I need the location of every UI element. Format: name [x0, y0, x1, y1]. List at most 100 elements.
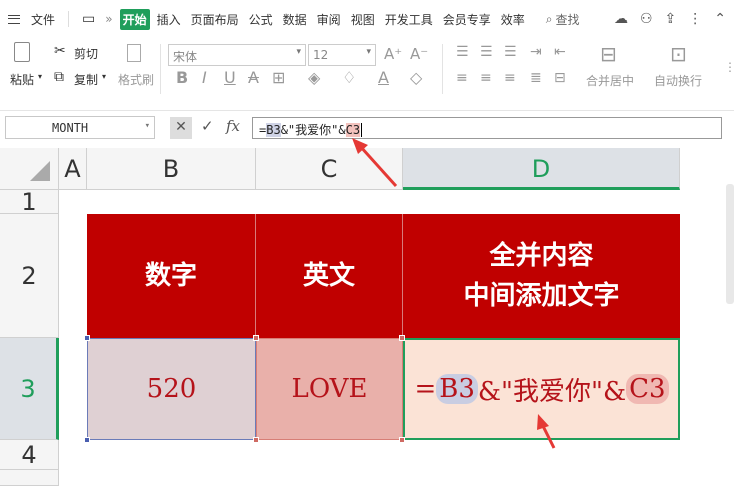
handle-c3-br[interactable] — [399, 437, 405, 443]
italic-icon[interactable]: I — [202, 68, 207, 87]
format-painter-button[interactable]: 格式刷 — [118, 71, 154, 88]
cancel-icon[interactable]: ✕ — [170, 117, 192, 139]
decrease-font-icon[interactable]: A⁻ — [410, 45, 428, 63]
align-bottom-icon[interactable]: ☰ — [504, 44, 517, 60]
file-menu[interactable]: 文件 — [28, 11, 58, 28]
merge-center-icon[interactable]: ⊟ — [600, 42, 617, 66]
chevron-down-icon: ▾ — [366, 47, 371, 57]
tab-formulas[interactable]: 公式 — [246, 11, 276, 28]
font-color-icon[interactable]: A — [378, 68, 389, 87]
formula-input[interactable]: =B3&"我爱你"&C3 — [252, 117, 722, 139]
edit-prefix: = — [414, 374, 437, 404]
orientation-icon[interactable]: ⇤ — [554, 44, 566, 60]
column-header-d[interactable]: D — [403, 148, 680, 190]
paint-bucket-icon[interactable]: ♢ — [342, 68, 356, 87]
handle-c3-bl[interactable] — [253, 437, 259, 443]
save-icon[interactable]: ▭ — [79, 11, 98, 27]
cloud-icon[interactable]: ☁ — [614, 11, 628, 27]
more-icon[interactable]: » — [102, 12, 115, 26]
chevron-down-icon: ▾ — [296, 47, 301, 57]
header-d-line1: 全并内容 — [489, 241, 594, 271]
indent-icon[interactable]: ⇥ — [530, 44, 542, 60]
distribute-icon[interactable]: ⊟ — [554, 70, 566, 86]
handle-c3-tr[interactable] — [399, 335, 405, 341]
tab-data[interactable]: 数据 — [280, 11, 310, 28]
formula-mid: &"我爱你"& — [280, 123, 346, 137]
align-middle-icon[interactable]: ☰ — [480, 44, 493, 60]
divider — [160, 44, 161, 94]
merge-center-button[interactable]: 合并居中 — [586, 72, 634, 89]
tab-efficiency[interactable]: 效率 — [498, 11, 528, 28]
select-all-corner[interactable] — [0, 148, 59, 190]
tab-developer[interactable]: 开发工具 — [382, 11, 436, 28]
cut-icon[interactable]: ✂ — [54, 43, 66, 59]
header-cell-b2[interactable]: 数字 — [87, 214, 256, 338]
paste-dropdown-icon[interactable]: ▾ — [38, 72, 42, 81]
font-name-select[interactable]: 宋体 ▾ — [168, 44, 306, 66]
spreadsheet-grid: A B C D 1 2 3 4 数字 英文 全并内容 中间添加文字 520 LO… — [0, 144, 734, 486]
font-size-select[interactable]: 12 ▾ — [308, 44, 376, 66]
paste-icon[interactable] — [14, 42, 30, 62]
edit-ref-c3: C3 — [626, 374, 669, 404]
tab-home[interactable]: 开始 — [119, 8, 150, 30]
share-icon[interactable]: ⇪ — [665, 11, 677, 27]
clear-format-icon[interactable]: ◇ — [410, 68, 422, 87]
underline-icon[interactable]: U — [224, 68, 236, 87]
tab-member[interactable]: 会员专享 — [440, 11, 494, 28]
more-ribbon-icon[interactable]: ⋮ — [724, 60, 734, 74]
cell-b3[interactable]: 520 — [87, 338, 256, 440]
font-name-value: 宋体 — [173, 50, 198, 64]
copy-button[interactable]: 复制 — [74, 71, 98, 88]
row-header-2[interactable]: 2 — [0, 214, 59, 338]
row-header-4[interactable]: 4 — [0, 440, 59, 470]
header-c-text: 英文 — [302, 261, 355, 291]
value-c3: LOVE — [291, 374, 368, 404]
column-header-b[interactable]: B — [87, 148, 256, 190]
more-options-icon[interactable]: ⋮ — [688, 11, 702, 27]
text-cursor — [361, 123, 363, 137]
strikethrough-icon[interactable]: A — [248, 68, 259, 87]
fill-color-icon[interactable]: ◈ — [308, 68, 320, 87]
tab-view[interactable]: 视图 — [348, 11, 378, 28]
hamburger-icon[interactable] — [8, 14, 20, 24]
column-header-c[interactable]: C — [256, 148, 403, 190]
handle-c3-tl[interactable] — [253, 335, 259, 341]
align-top-icon[interactable]: ☰ — [456, 44, 469, 60]
user-icon[interactable]: ⚇ — [640, 11, 653, 27]
bold-icon[interactable]: B — [176, 68, 188, 87]
row-header-5[interactable] — [0, 470, 59, 486]
border-icon[interactable]: ⊞ — [272, 68, 285, 87]
row-header-1[interactable]: 1 — [0, 190, 59, 214]
wrap-text-button[interactable]: 自动换行 — [654, 72, 702, 89]
row-header-3[interactable]: 3 — [0, 338, 59, 440]
collapse-ribbon-icon[interactable]: ⌃ — [714, 11, 726, 27]
cell-d3-editing[interactable]: = B3 &"我爱你"& C3 — [403, 338, 680, 440]
tab-page-layout[interactable]: 页面布局 — [188, 11, 242, 28]
handle-b3-tl[interactable] — [84, 335, 90, 341]
name-box[interactable]: MONTH ▾ — [5, 116, 155, 139]
wrap-text-icon[interactable]: ⊡ — [670, 42, 687, 66]
copy-dropdown-icon[interactable]: ▾ — [102, 72, 106, 81]
cell-c3[interactable]: LOVE — [256, 338, 403, 440]
tab-review[interactable]: 审阅 — [314, 11, 344, 28]
search-box[interactable]: ⌕ 查找 — [546, 11, 580, 28]
paste-button[interactable]: 粘贴 — [10, 71, 34, 88]
increase-font-icon[interactable]: A⁺ — [384, 45, 402, 63]
align-left-icon[interactable]: ≡ — [456, 70, 468, 86]
header-cell-c2[interactable]: 英文 — [256, 214, 403, 338]
ribbon: 粘贴 ▾ ✂ 剪切 ⧉ 复制 ▾ 格式刷 宋体 ▾ 12 ▾ A⁺ A⁻ B I… — [0, 38, 734, 100]
handle-b3-bl[interactable] — [84, 437, 90, 443]
confirm-icon[interactable]: ✓ — [201, 117, 214, 135]
align-center-icon[interactable]: ≡ — [480, 70, 492, 86]
format-painter-icon[interactable] — [127, 44, 141, 62]
column-header-a[interactable]: A — [59, 148, 87, 190]
header-cell-d2[interactable]: 全并内容 中间添加文字 — [403, 214, 680, 338]
tab-insert[interactable]: 插入 — [154, 11, 184, 28]
vertical-scrollbar[interactable] — [726, 184, 734, 304]
fx-icon[interactable]: fx — [226, 117, 240, 135]
align-right-icon[interactable]: ≡ — [504, 70, 516, 86]
justify-icon[interactable]: ≣ — [530, 70, 542, 86]
cut-button[interactable]: 剪切 — [74, 45, 98, 62]
copy-icon[interactable]: ⧉ — [54, 69, 64, 85]
edit-ref-b3: B3 — [436, 374, 478, 404]
